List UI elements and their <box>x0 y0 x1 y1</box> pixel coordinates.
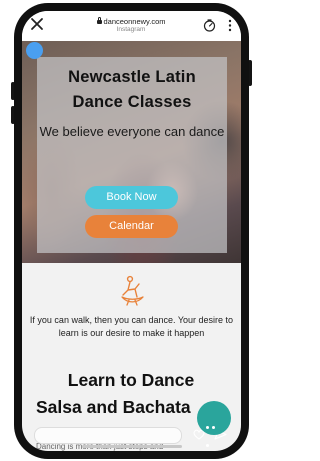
book-now-button[interactable]: Book Now <box>85 186 178 209</box>
hero-title-line-2: Dance Classes <box>72 93 192 111</box>
url-display[interactable]: danceonnewy.com Instagram <box>62 17 200 34</box>
hero-title: Newcastle Latin Dance Classes <box>37 65 227 115</box>
more-icon[interactable] <box>227 19 233 32</box>
chat-icon <box>206 416 222 447</box>
hero-title-line-1: Newcastle Latin <box>68 68 196 86</box>
timer-icon[interactable] <box>203 19 216 32</box>
reply-input[interactable] <box>34 427 182 444</box>
url-text: danceonnewy.com <box>103 17 166 26</box>
hero-section: Newcastle Latin Dance Classes We believe… <box>22 41 241 263</box>
close-icon[interactable] <box>30 17 44 31</box>
phone-screen: danceonnewy.com Instagram Newcastle Lati… <box>22 11 241 451</box>
calendar-button[interactable]: Calendar <box>85 215 178 238</box>
learn-heading-line-1: Learn to Dance <box>67 370 195 390</box>
phone-frame: danceonnewy.com Instagram Newcastle Lati… <box>14 3 249 459</box>
hero-subtitle: We believe everyone can dance <box>39 124 225 139</box>
chat-button[interactable] <box>197 401 231 447</box>
in-app-browser-bar: danceonnewy.com Instagram <box>22 11 241 41</box>
lock-icon <box>96 17 102 24</box>
home-indicator <box>82 445 182 448</box>
url-subtitle: Instagram <box>116 26 146 33</box>
dance-couple-icon <box>121 275 144 306</box>
touch-indicator-dot <box>26 42 43 59</box>
tagline-text: If you can walk, then you can dance. You… <box>29 315 234 338</box>
